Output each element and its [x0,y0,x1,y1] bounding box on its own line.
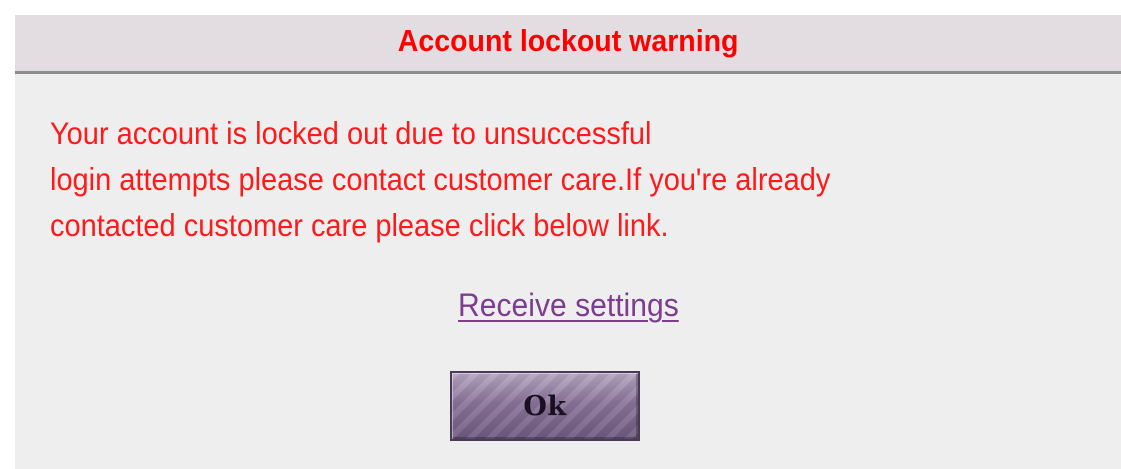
lockout-dialog: Account lockout warning Your account is … [15,15,1121,469]
message-line-3: contacted customer care please click bel… [50,207,669,243]
lockout-message: Your account is locked out due to unsucc… [50,110,1016,248]
dialog-title: Account lockout warning [397,23,739,58]
message-line-1: Your account is locked out due to unsucc… [50,115,652,151]
ok-button[interactable]: Ok [450,371,640,441]
link-row: Receive settings [15,283,1121,327]
ok-button-label: Ok [523,390,567,422]
dialog-title-bar: Account lockout warning [15,15,1121,74]
receive-settings-link[interactable]: Receive settings [458,283,679,327]
message-line-2: login attempts please contact customer c… [50,161,831,197]
